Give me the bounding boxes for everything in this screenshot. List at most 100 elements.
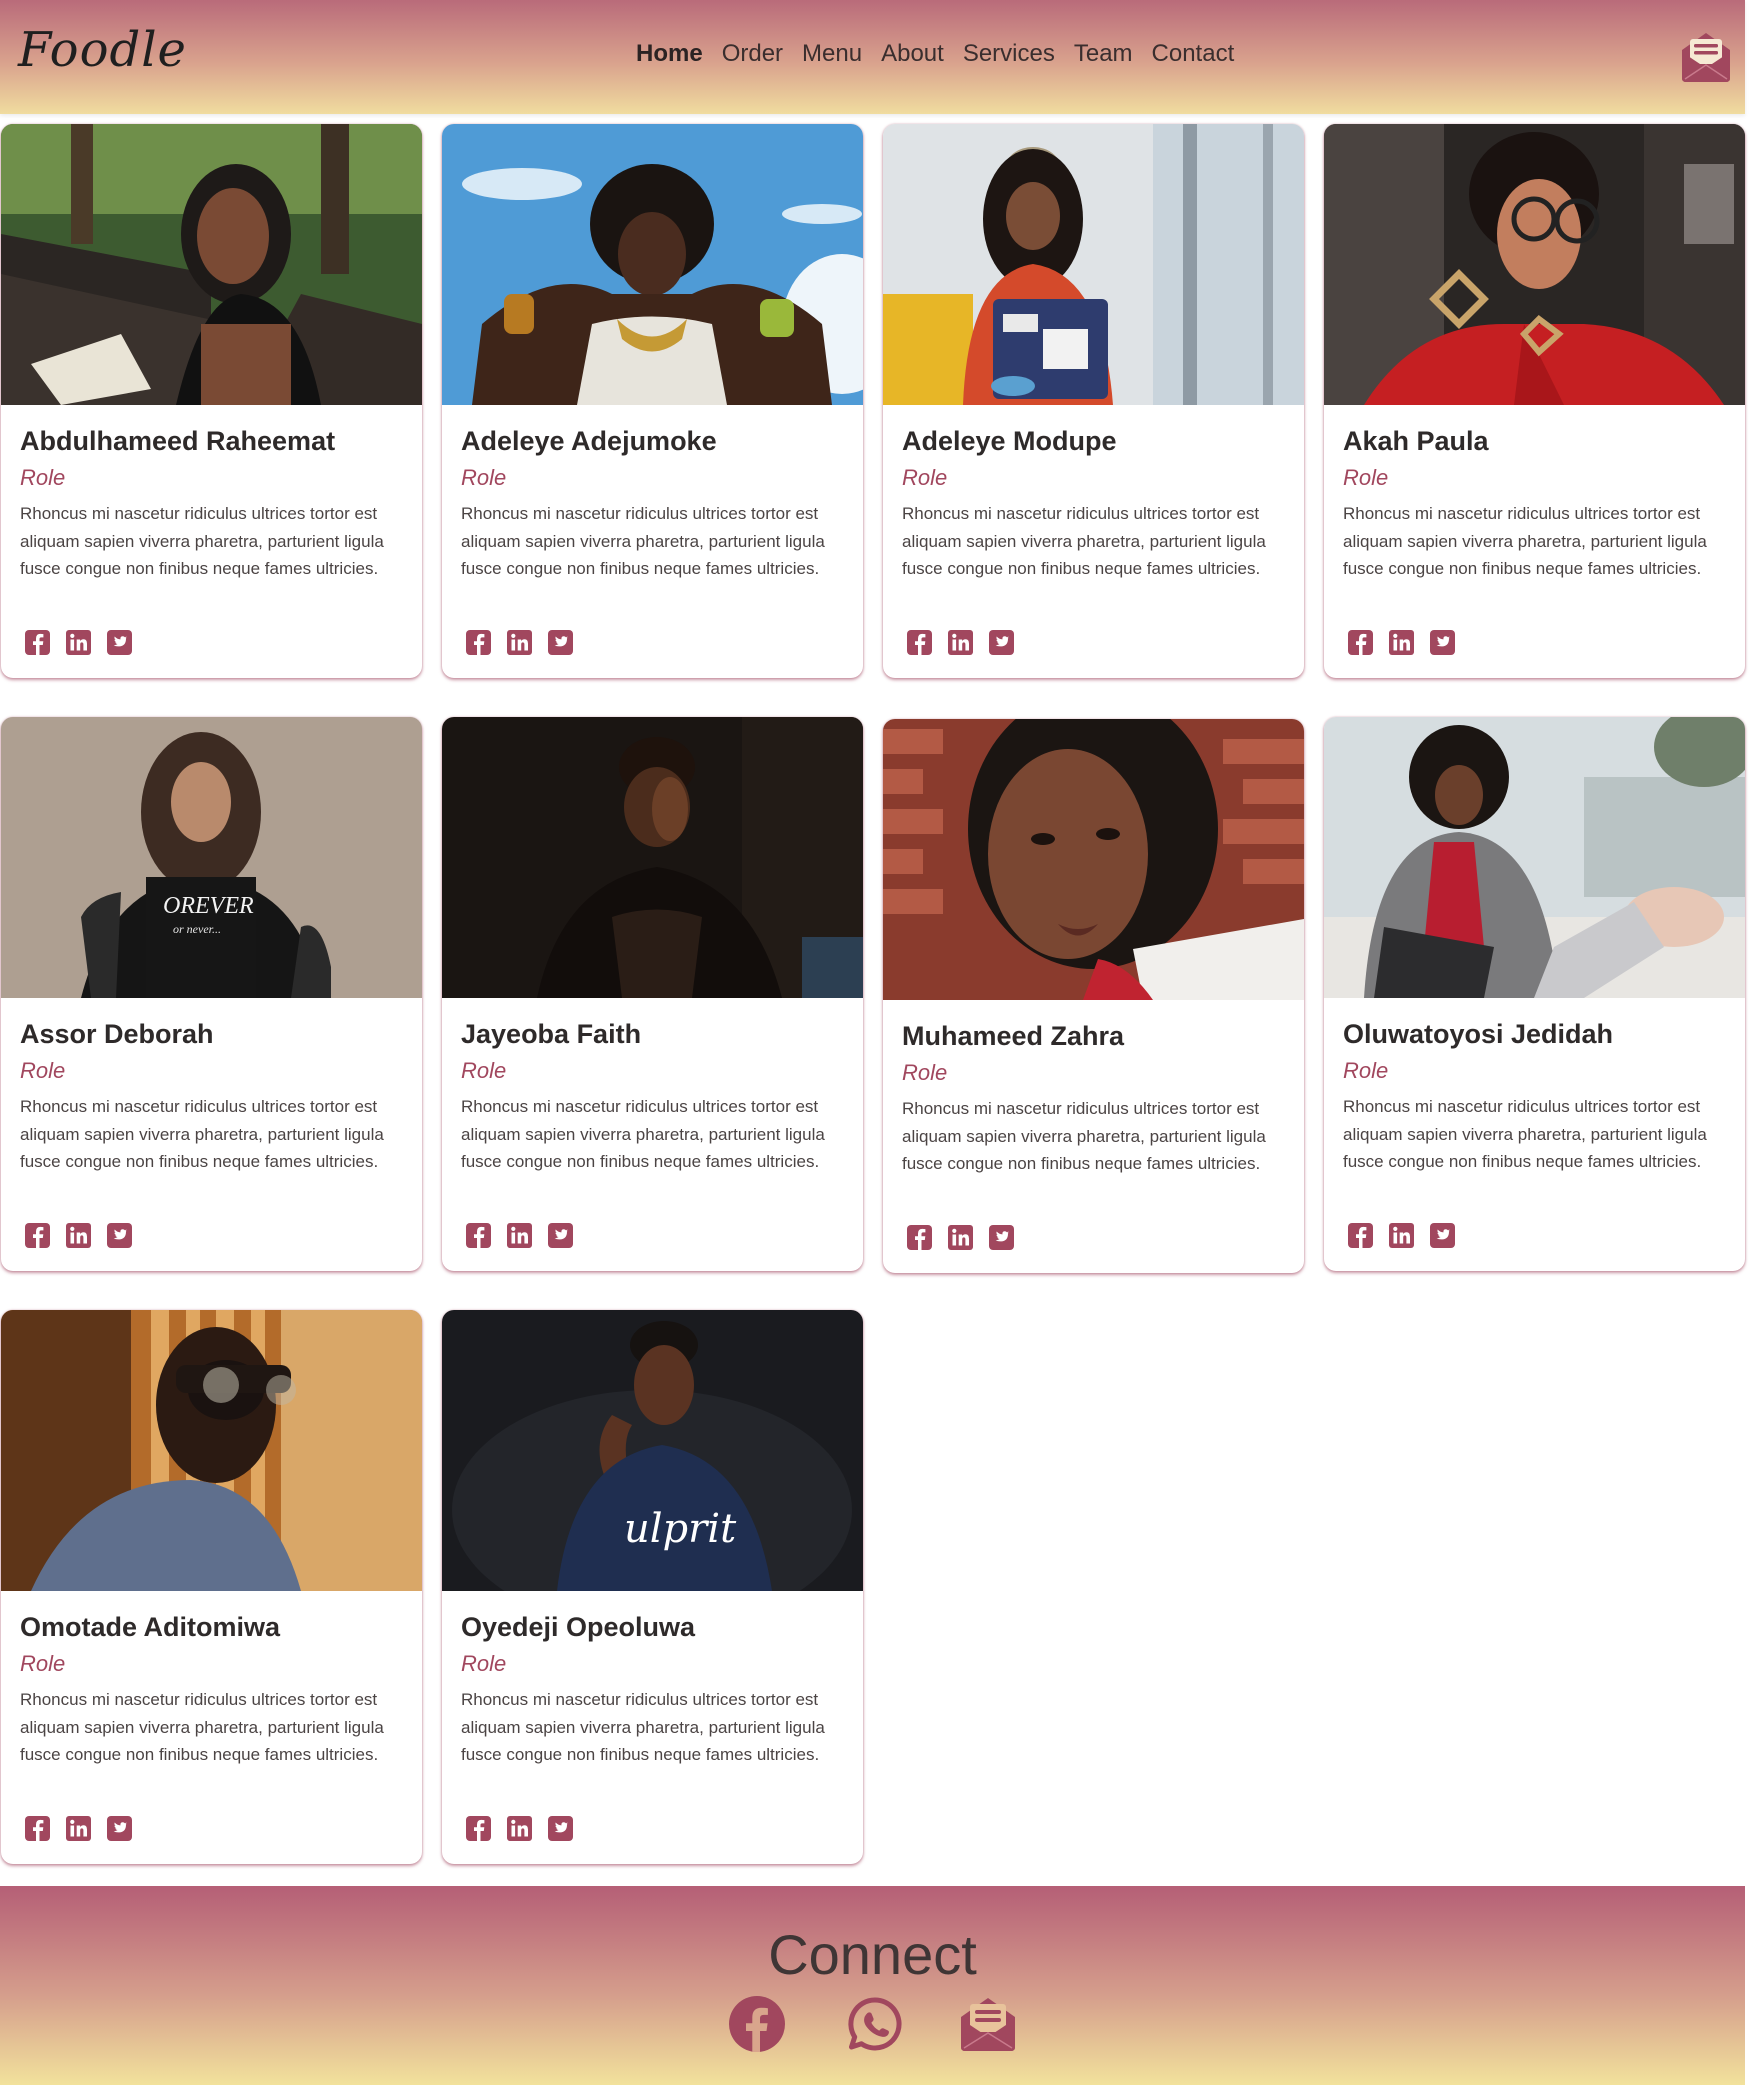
team-card: ulprit Oyedeji Opeoluwa Role Rhoncus mi nas…	[442, 1310, 863, 1864]
team-card: Omotade Aditomiwa Role Rhoncus mi nascetur…	[1, 1310, 422, 1864]
svg-text:OREVER: OREVER	[163, 893, 254, 919]
member-name: Muhameed Zahra	[902, 1021, 1125, 1051]
facebook-square-icon[interactable]	[24, 629, 51, 656]
twitter-square-icon[interactable]	[547, 1222, 574, 1249]
member-name: Assor Deborah	[20, 1019, 214, 1049]
nav-team[interactable]: Team	[1074, 40, 1133, 68]
member-name: Jayeoba Faith	[461, 1019, 642, 1049]
linkedin-icon[interactable]	[1388, 1222, 1415, 1249]
facebook-square-icon[interactable]	[906, 1224, 933, 1251]
team-card: Jayeoba Faith Role Rhoncus mi nascetur rid…	[442, 717, 863, 1271]
member-socials	[20, 1815, 403, 1842]
footer-title: Connect	[768, 1923, 977, 1986]
linkedin-icon[interactable]	[506, 629, 533, 656]
member-bio: Rhoncus mi nascetur ridiculus ultrices t…	[902, 504, 1266, 578]
twitter-square-icon[interactable]	[547, 629, 574, 656]
twitter-square-icon[interactable]	[547, 1815, 574, 1842]
linkedin-icon[interactable]	[506, 1222, 533, 1249]
whatsapp-icon[interactable]	[847, 1996, 903, 2056]
facebook-square-icon[interactable]	[24, 1815, 51, 1842]
team-card: Abdulhameed Raheemat Role Rhoncus mi nasce…	[1, 124, 422, 678]
linkedin-icon[interactable]	[947, 629, 974, 656]
member-role: Role	[1343, 1058, 1389, 1083]
member-bio: Rhoncus mi nascetur ridiculus ultrices t…	[902, 1099, 1266, 1173]
team-card: Adeleye Modupe Role Rhoncus mi nascetur ri…	[883, 124, 1304, 678]
nav-about[interactable]: About	[881, 40, 944, 68]
member-photo	[1324, 717, 1745, 998]
facebook-icon[interactable]	[729, 1996, 785, 2056]
facebook-square-icon[interactable]	[465, 629, 492, 656]
twitter-square-icon[interactable]	[106, 629, 133, 656]
member-role: Role	[20, 1058, 66, 1083]
linkedin-icon[interactable]	[65, 1815, 92, 1842]
member-photo	[883, 719, 1304, 1000]
member-bio: Rhoncus mi nascetur ridiculus ultrices t…	[20, 1097, 384, 1171]
member-photo	[1324, 124, 1745, 405]
member-bio: Rhoncus mi nascetur ridiculus ultrices t…	[20, 1690, 384, 1764]
twitter-square-icon[interactable]	[988, 629, 1015, 656]
footer-socials	[729, 1996, 1019, 2056]
card-body: Omotade Aditomiwa Role Rhoncus mi nascetur…	[1, 1591, 422, 1842]
linkedin-icon[interactable]	[65, 1222, 92, 1249]
team-card: Akah Paula Role Rhoncus mi nascetur ridicu…	[1324, 124, 1745, 678]
member-socials	[1343, 1222, 1726, 1249]
member-bio: Rhoncus mi nascetur ridiculus ultrices t…	[20, 504, 384, 578]
site-footer: Connect	[0, 1886, 1745, 2085]
member-photo	[442, 717, 863, 998]
member-socials	[461, 629, 844, 656]
member-socials	[461, 1222, 844, 1249]
facebook-square-icon[interactable]	[465, 1222, 492, 1249]
twitter-square-icon[interactable]	[1429, 1222, 1456, 1249]
card-body: Abdulhameed Raheemat Role Rhoncus mi nasce…	[1, 405, 422, 656]
member-role: Role	[461, 1058, 507, 1083]
card-body: Jayeoba Faith Role Rhoncus mi nascetur rid…	[442, 998, 863, 1249]
member-bio: Rhoncus mi nascetur ridiculus ultrices t…	[461, 504, 825, 578]
twitter-square-icon[interactable]	[106, 1222, 133, 1249]
member-name: Akah Paula	[1343, 426, 1489, 456]
member-socials	[902, 629, 1285, 656]
member-socials	[902, 1224, 1285, 1251]
member-photo	[442, 124, 863, 405]
member-role: Role	[20, 465, 66, 490]
member-name: Oluwatoyosi Jedidah	[1343, 1019, 1614, 1049]
nav-menu[interactable]: Menu	[802, 40, 862, 68]
nav-home[interactable]: Home	[636, 40, 703, 68]
envelope-open-text-icon[interactable]	[1679, 31, 1733, 83]
member-bio: Rhoncus mi nascetur ridiculus ultrices t…	[1343, 504, 1707, 578]
member-photo	[883, 124, 1304, 405]
envelope-open-text-icon[interactable]	[958, 1996, 1018, 2056]
team-card: Adeleye Adejumoke Role Rhoncus mi nascetur…	[442, 124, 863, 678]
team-card: Muhameed Zahra Role Rhoncus mi nascetur ri…	[883, 719, 1304, 1273]
facebook-square-icon[interactable]	[1347, 629, 1374, 656]
member-socials	[20, 629, 403, 656]
member-photo	[1, 124, 422, 405]
facebook-square-icon[interactable]	[906, 629, 933, 656]
nav-contact[interactable]: Contact	[1152, 40, 1235, 68]
card-body: Adeleye Modupe Role Rhoncus mi nascetur ri…	[883, 405, 1304, 656]
linkedin-icon[interactable]	[1388, 629, 1415, 656]
nav-services[interactable]: Services	[963, 40, 1055, 68]
twitter-square-icon[interactable]	[106, 1815, 133, 1842]
svg-text:ulprit: ulprit	[624, 1506, 737, 1552]
site-logo[interactable]: Foodle	[18, 22, 187, 78]
facebook-square-icon[interactable]	[1347, 1222, 1374, 1249]
twitter-square-icon[interactable]	[1429, 629, 1456, 656]
member-role: Role	[461, 465, 507, 490]
team-card: Oluwatoyosi Jedidah Role Rhoncus mi nascet…	[1324, 717, 1745, 1271]
member-bio: Rhoncus mi nascetur ridiculus ultrices t…	[1343, 1097, 1707, 1171]
member-photo: ulprit	[442, 1310, 863, 1591]
nav-order[interactable]: Order	[722, 40, 783, 68]
linkedin-icon[interactable]	[947, 1224, 974, 1251]
team-card: OREVER or never... Assor Deborah Role Rhoncu…	[1, 717, 422, 1271]
member-photo	[1, 1310, 422, 1591]
facebook-square-icon[interactable]	[465, 1815, 492, 1842]
linkedin-icon[interactable]	[506, 1815, 533, 1842]
card-body: Assor Deborah Role Rhoncus mi nascetur rid…	[1, 998, 422, 1249]
card-body: Muhameed Zahra Role Rhoncus mi nascetur ri…	[883, 1000, 1304, 1251]
member-bio: Rhoncus mi nascetur ridiculus ultrices t…	[461, 1097, 825, 1171]
member-role: Role	[902, 1060, 948, 1085]
linkedin-icon[interactable]	[65, 629, 92, 656]
main-nav: Home Order Menu About Services Team Cont…	[636, 40, 1234, 68]
twitter-square-icon[interactable]	[988, 1224, 1015, 1251]
facebook-square-icon[interactable]	[24, 1222, 51, 1249]
